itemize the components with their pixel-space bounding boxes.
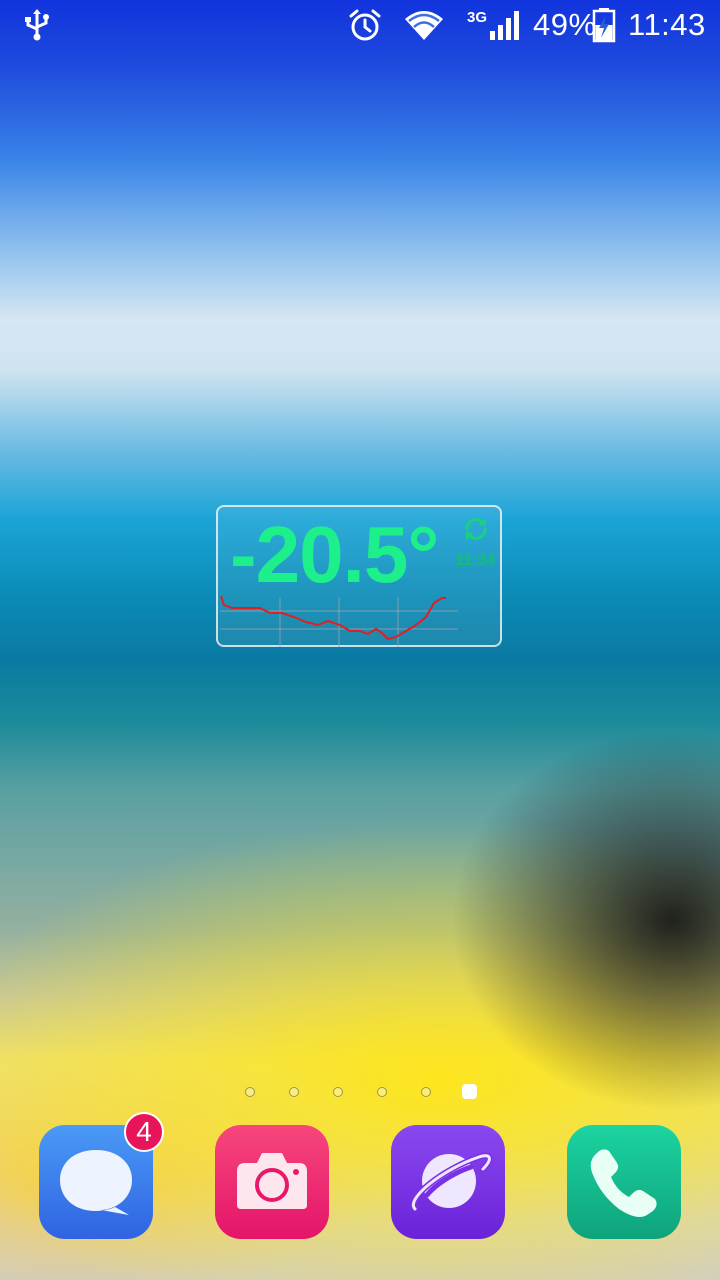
temperature-line xyxy=(220,595,446,641)
camera-app-icon[interactable] xyxy=(215,1125,329,1239)
page-dot[interactable] xyxy=(333,1087,343,1097)
phone-app-icon[interactable] xyxy=(567,1125,681,1239)
updated-time: 11:34 xyxy=(454,552,495,569)
page-dot-active[interactable] xyxy=(462,1084,477,1099)
temperature-value: -20.5° xyxy=(230,510,439,599)
browser-app-icon[interactable] xyxy=(391,1125,505,1239)
notification-badge: 4 xyxy=(124,1112,164,1152)
page-dot[interactable] xyxy=(421,1087,431,1097)
temperature-graph xyxy=(220,595,458,647)
phone-icon xyxy=(590,1149,657,1217)
signal-icon xyxy=(489,0,521,50)
wifi-icon xyxy=(403,0,445,50)
browser-icon xyxy=(410,1152,493,1212)
refresh-icon[interactable] xyxy=(462,515,490,543)
usb-icon xyxy=(22,0,52,50)
status-bar: 3G 49% 11:43 xyxy=(0,0,720,50)
page-dot[interactable] xyxy=(245,1087,255,1097)
page-dot[interactable] xyxy=(377,1087,387,1097)
camera-icon xyxy=(237,1153,307,1209)
page-indicator xyxy=(0,1084,720,1100)
alarm-icon xyxy=(347,0,383,50)
clock: 11:43 xyxy=(628,7,706,42)
temperature-widget[interactable]: -20.5° 11:34 xyxy=(216,505,502,647)
battery-charging-icon xyxy=(592,0,616,50)
page-dot[interactable] xyxy=(289,1087,299,1097)
battery-percent: 49% xyxy=(533,7,597,42)
network-type-label: 3G xyxy=(467,9,488,26)
